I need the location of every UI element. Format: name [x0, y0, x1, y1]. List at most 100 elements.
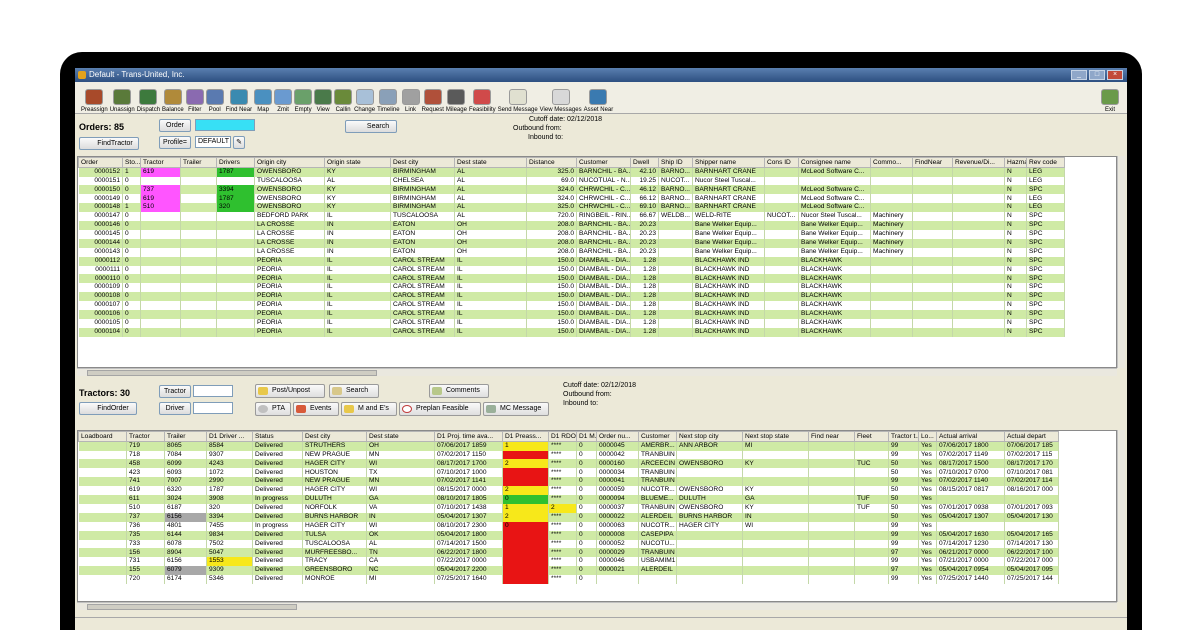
column-header[interactable]: D1 Proj. time ava... — [434, 431, 503, 442]
column-header[interactable]: Distance — [526, 157, 577, 168]
tractor-row[interactable]: 619 6320 1787 Delivered HAGER CITY WI 08/15/20… — [78, 486, 1059, 496]
column-header[interactable]: Trailer — [180, 157, 217, 168]
close-button[interactable]: × — [1107, 70, 1123, 80]
order-row[interactable]: 0000148 1 510 320 OWENSBORO KY BIRMINGHAM AL 325… — [78, 203, 1065, 213]
column-header[interactable]: Dwell — [630, 157, 659, 168]
column-header[interactable]: FindNear — [912, 157, 953, 168]
column-header[interactable]: Customer — [576, 157, 631, 168]
column-header[interactable]: D1 RDO — [548, 431, 577, 442]
column-header[interactable]: D1 Preass... — [502, 431, 549, 442]
column-header[interactable]: Origin state — [324, 157, 391, 168]
toolbar-link-button[interactable]: Link — [401, 83, 420, 113]
column-header[interactable]: Actual depart — [1004, 431, 1059, 442]
order-row[interactable]: 0000112 0 PEORIA IL CAROL STREAM IL 150.0 DIAMB… — [78, 256, 1065, 266]
column-header[interactable]: Dest state — [454, 157, 527, 168]
column-header[interactable]: Order — [78, 157, 123, 168]
order-row[interactable]: 0000108 0 PEORIA IL CAROL STREAM IL 150.0 DIAMB… — [78, 292, 1065, 302]
toolbar-send-message-button[interactable]: Send Message — [498, 83, 538, 113]
mc-message-button[interactable]: MC Message — [483, 402, 549, 416]
column-header[interactable]: D1 Driver ... — [206, 431, 253, 442]
order-row[interactable]: 0000104 0 PEORIA IL CAROL STREAM IL 150.0 DIAMB… — [78, 327, 1065, 337]
tractors-hscroll-thumb[interactable] — [87, 604, 297, 610]
column-header[interactable]: D1 M... — [576, 431, 597, 442]
column-header[interactable]: Lo... — [918, 431, 937, 442]
column-header[interactable]: Fleet — [854, 431, 889, 442]
order-row[interactable]: 0000106 0 PEORIA IL CAROL STREAM IL 150.0 DIAMB… — [78, 309, 1065, 319]
order-row[interactable]: 0000143 0 LA CROSSE IN EATON OH 208.0 BARNCHIL … — [78, 247, 1065, 257]
order-row[interactable]: 0000105 0 PEORIA IL CAROL STREAM IL 150.0 DIAMB… — [78, 318, 1065, 328]
toolbar-preassign-button[interactable]: Preassign — [81, 83, 108, 113]
order-input[interactable] — [195, 119, 255, 131]
column-header[interactable]: Commo... — [870, 157, 913, 168]
profile-button[interactable]: Profile= — [159, 136, 191, 149]
order-row[interactable]: 0000146 0 LA CROSSE IN EATON OH 208.0 BARNCHIL … — [78, 221, 1065, 230]
column-header[interactable]: Status — [252, 431, 303, 442]
orders-vscroll[interactable] — [1117, 156, 1125, 368]
tractor-row[interactable]: 458 6099 4243 Delivered HAGER CITY WI 08/17/20… — [78, 459, 1059, 469]
toolbar-filter-button[interactable]: Filter — [185, 83, 204, 113]
column-header[interactable]: Order nu... — [596, 431, 639, 442]
column-header[interactable]: Rev code — [1026, 157, 1065, 168]
column-header[interactable]: Dest state — [366, 431, 435, 442]
column-header[interactable]: Trailer — [164, 431, 207, 442]
toolbar-pool-button[interactable]: Pool — [205, 83, 224, 113]
events-button[interactable]: Events — [293, 402, 339, 416]
column-header[interactable]: Find near — [808, 431, 855, 442]
tractor-row[interactable]: 731 6156 1553 Delivered TRACY CA 07/22/2017 00… — [78, 557, 1059, 567]
toolbar-asset-near-button[interactable]: Asset Near — [584, 83, 613, 113]
comments-button[interactable]: Comments — [429, 384, 489, 398]
tractor-row[interactable]: 735 6144 9834 Delivered TULSA OK 05/04/2017 18… — [78, 530, 1059, 540]
column-header[interactable]: Ship ID — [658, 157, 693, 168]
find-order-button[interactable]: FindOrder — [79, 402, 137, 415]
toolbar-timeline-button[interactable]: Timeline — [377, 83, 400, 113]
toolbar-zmit-button[interactable]: Zmit — [274, 83, 293, 113]
driver-button[interactable]: Driver — [159, 402, 191, 415]
profile-input[interactable]: DEFAULT — [195, 136, 231, 148]
column-header[interactable]: Hazmat — [1004, 157, 1027, 168]
order-row[interactable]: 0000150 0 737 3394 OWENSBORO KY BIRMINGHAM AL 32… — [78, 185, 1065, 195]
tractor-row[interactable]: 733 6078 7502 Delivered TUSCALOOSA AL 07/14/20… — [78, 539, 1059, 549]
toolbar-callin-button[interactable]: Callin — [334, 83, 353, 113]
tractor-row[interactable]: 510 6187 320 Delivered NORFOLK VA 07/10/2017 1… — [78, 503, 1059, 513]
order-row[interactable]: 0000110 0 PEORIA IL CAROL STREAM IL 150.0 DIAMB… — [78, 274, 1065, 284]
orders-hscroll[interactable] — [77, 368, 1117, 376]
toolbar-dispatch-button[interactable]: Dispatch — [137, 83, 160, 113]
post-unpost-button[interactable]: Post/Unpost — [255, 384, 325, 398]
column-header[interactable]: Tractor t... — [888, 431, 919, 442]
orders-hscroll-thumb[interactable] — [87, 370, 377, 376]
orders-search-button[interactable]: Search — [345, 120, 397, 133]
toolbar-mileage-button[interactable]: Mileage — [446, 83, 467, 113]
order-button[interactable]: Order — [159, 119, 191, 132]
toolbar-map-button[interactable]: Map — [254, 83, 273, 113]
tractor-row[interactable]: 741 7007 2990 Delivered NEW PRAGUE MN 07/02/20… — [78, 477, 1059, 487]
m-and-es-button[interactable]: M and E's — [341, 402, 397, 416]
column-header[interactable]: Revenue/Di... — [952, 157, 1005, 168]
tractors-vscroll[interactable] — [1117, 430, 1125, 602]
minimize-button[interactable]: _ — [1071, 70, 1087, 80]
toolbar-find-near-button[interactable]: Find Near — [226, 83, 252, 113]
column-header[interactable]: Dest city — [302, 431, 367, 442]
order-row[interactable]: 0000109 0 PEORIA IL CAROL STREAM IL 150.0 DIAMB… — [78, 283, 1065, 293]
column-header[interactable]: Loadboard — [78, 431, 127, 442]
toolbar-view-messages-button[interactable]: View Messages — [540, 83, 582, 113]
order-row[interactable]: 0000111 0 PEORIA IL CAROL STREAM IL 150.0 DIAMB… — [78, 265, 1065, 275]
tractor-row[interactable]: 736 4801 7455 In progress HAGER CITY WI 08/10/… — [78, 521, 1059, 531]
order-row[interactable]: 0000151 0 TUSCALOOSA AL CHELSEA AL 69.0 NUCOTUA… — [78, 176, 1065, 186]
tractor-row[interactable]: 720 6174 5346 Delivered MONROE MI 07/25/2017 1… — [78, 575, 1059, 584]
toolbar-feasibility-button[interactable]: Feasibility — [469, 83, 496, 113]
tractor-row[interactable]: 423 6093 1072 Delivered HOUSTON TX 07/10/2017 … — [78, 468, 1059, 478]
order-row[interactable]: 0000107 0 PEORIA IL CAROL STREAM IL 150.0 DIAMB… — [78, 301, 1065, 310]
order-row[interactable]: 0000149 0 619 1787 OWENSBORO KY BIRMINGHAM AL 32… — [78, 194, 1065, 204]
column-header[interactable]: Dest city — [390, 157, 455, 168]
column-header[interactable]: Sto... — [122, 157, 141, 168]
tractor-button[interactable]: Tractor — [159, 385, 191, 398]
toolbar-unassign-button[interactable]: Unassign — [110, 83, 135, 113]
toolbar-balance-button[interactable]: Balance — [162, 83, 184, 113]
tractor-row[interactable]: 719 8065 8584 Delivered STRUTHERS OH 07/06/201… — [78, 441, 1059, 451]
toolbar-view-button[interactable]: View — [314, 83, 333, 113]
tractor-row[interactable]: 737 6156 3394 Delivered BURNS HARBOR IN 05/04/… — [78, 512, 1059, 522]
find-tractor-button[interactable]: FindTractor — [79, 137, 139, 150]
toolbar-request-button[interactable]: Request — [422, 83, 444, 113]
column-header[interactable]: Actual arrival — [936, 431, 1005, 442]
maximize-button[interactable]: □ — [1089, 70, 1105, 80]
